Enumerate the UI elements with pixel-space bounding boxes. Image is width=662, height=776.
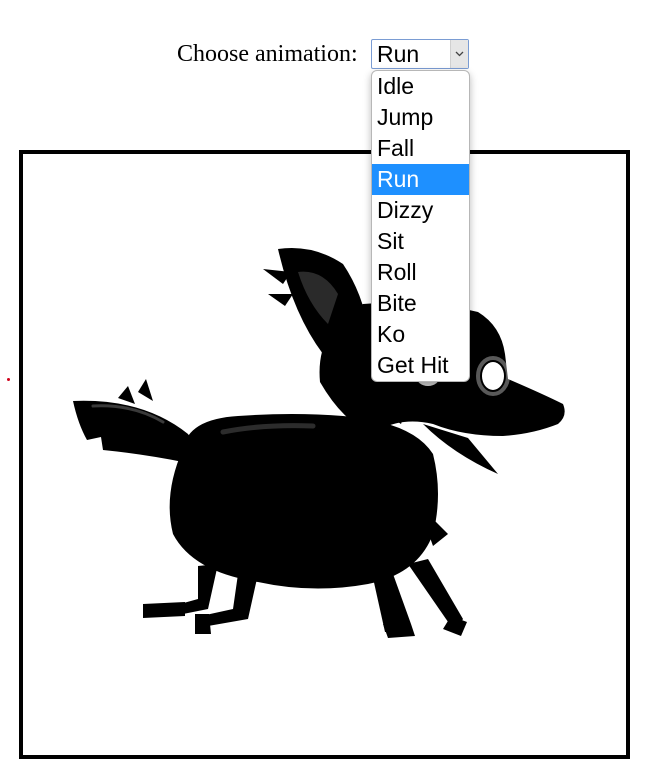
option-idle[interactable]: Idle xyxy=(372,71,469,102)
option-dizzy[interactable]: Dizzy xyxy=(372,195,469,226)
chevron-down-icon[interactable] xyxy=(450,40,468,68)
stray-marker-dot xyxy=(7,378,10,381)
option-get-hit[interactable]: Get Hit xyxy=(372,350,469,381)
animation-select-value: Run xyxy=(377,41,420,67)
option-jump[interactable]: Jump xyxy=(372,102,469,133)
option-bite[interactable]: Bite xyxy=(372,288,469,319)
option-roll[interactable]: Roll xyxy=(372,257,469,288)
wolf-character xyxy=(73,232,565,638)
animation-label: Choose animation: xyxy=(177,41,358,67)
option-fall[interactable]: Fall xyxy=(372,133,469,164)
animation-select[interactable]: Run xyxy=(371,39,469,69)
animation-stage xyxy=(19,150,630,759)
option-sit[interactable]: Sit xyxy=(372,226,469,257)
option-run[interactable]: Run xyxy=(372,164,469,195)
animation-dropdown-list[interactable]: Idle Jump Fall Run Dizzy Sit Roll Bite K… xyxy=(371,70,470,382)
animation-controls: Choose animation: Run xyxy=(0,38,662,72)
option-ko[interactable]: Ko xyxy=(372,319,469,350)
